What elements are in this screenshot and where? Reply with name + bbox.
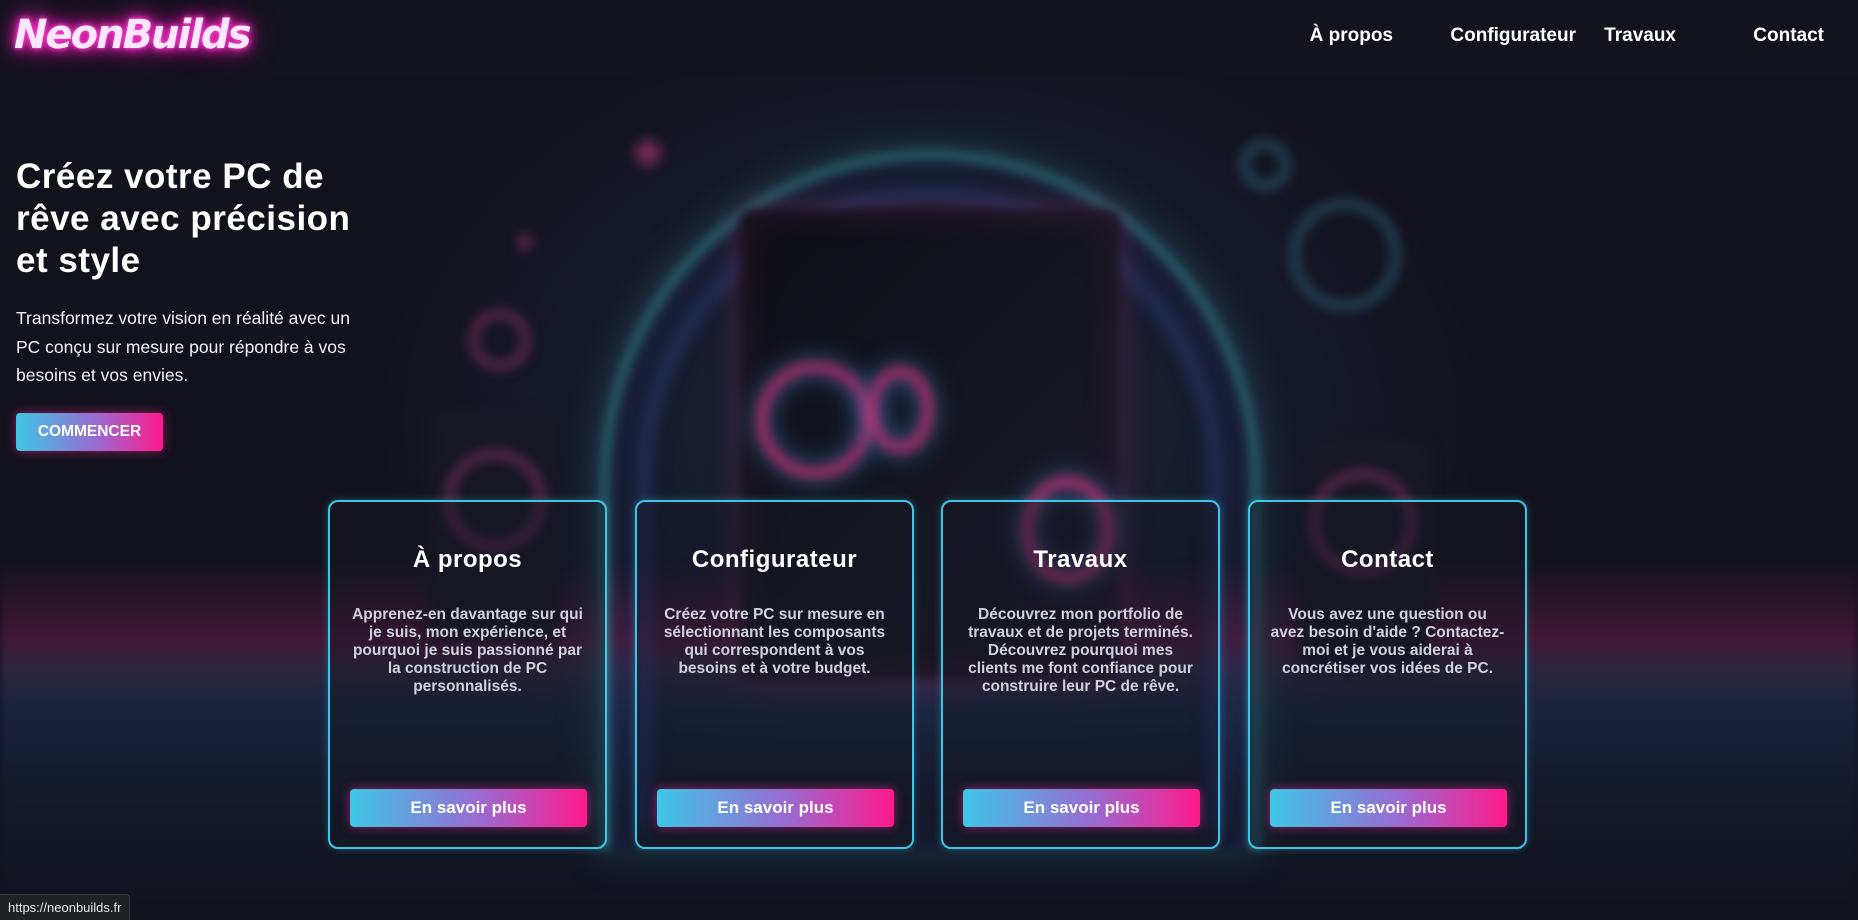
- hero-section: Créez votre PC de rêve avec précision et…: [16, 156, 376, 451]
- card-title: Contact: [1341, 546, 1434, 573]
- card-contact: Contact Vous avez une question ou avez b…: [1248, 500, 1527, 849]
- card-title: Travaux: [1033, 546, 1128, 573]
- card-text: Créez votre PC sur mesure en sélectionna…: [663, 606, 886, 677]
- hero-subtitle: Transformez votre vision en réalité avec…: [16, 308, 350, 385]
- nav-link-travaux[interactable]: Travaux: [1604, 25, 1676, 47]
- brand-logo[interactable]: NeonBuilds: [14, 12, 251, 58]
- site-header: NeonBuilds À propos Configurateur Travau…: [0, 0, 1858, 76]
- learn-more-button-contact[interactable]: En savoir plus: [1270, 789, 1507, 827]
- learn-more-button-configurateur[interactable]: En savoir plus: [657, 789, 894, 827]
- learn-more-button-a-propos[interactable]: En savoir plus: [350, 789, 587, 827]
- card-title: Configurateur: [691, 546, 858, 573]
- card-travaux: Travaux Découvrez mon portfolio de trava…: [941, 500, 1220, 849]
- card-a-propos: À propos Apprenez-en davantage sur qui j…: [328, 500, 607, 849]
- card-text: Découvrez mon portfolio de travaux et de…: [968, 606, 1193, 695]
- nav-link-a-propos[interactable]: À propos: [1310, 25, 1393, 47]
- card-title: À propos: [412, 546, 523, 573]
- commencer-button[interactable]: COMMENCER: [16, 412, 163, 451]
- hero-background-image: [0, 0, 1858, 920]
- link-preview-status: https://neonbuilds.fr: [0, 894, 131, 920]
- card-text: Vous avez une question ou avez besoin d'…: [1270, 606, 1505, 677]
- nav-link-configurateur[interactable]: Configurateur: [1450, 25, 1576, 47]
- learn-more-button-travaux[interactable]: En savoir plus: [963, 789, 1200, 827]
- hero-title: Créez votre PC de rêve avec précision et…: [16, 157, 351, 280]
- card-configurateur: Configurateur Créez votre PC sur mesure …: [635, 500, 914, 849]
- card-text: Apprenez-en davantage sur qui je suis, m…: [352, 606, 583, 695]
- nav-link-contact[interactable]: Contact: [1753, 25, 1824, 47]
